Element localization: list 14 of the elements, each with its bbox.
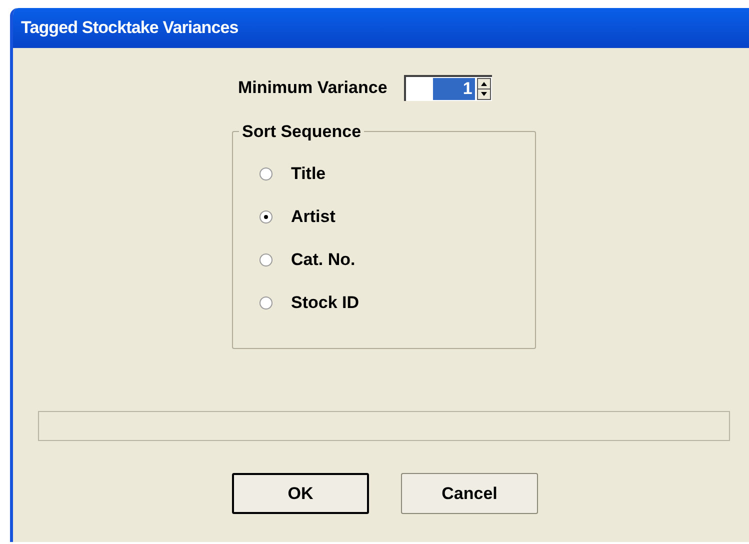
field-label: Minimum Variance (238, 77, 388, 100)
window-title: Tagged Stocktake Variances (21, 17, 238, 40)
radio-label[interactable]: Cat. No. (291, 247, 356, 273)
cancel-button[interactable]: Cancel (401, 473, 538, 514)
ok-button[interactable]: OK (232, 473, 369, 514)
radio-button[interactable] (259, 210, 273, 224)
spinner-arrows-icon[interactable] (477, 78, 492, 100)
radio-button[interactable] (259, 167, 273, 181)
radio-button[interactable] (259, 253, 273, 267)
radio-label[interactable]: Artist (291, 204, 336, 230)
radio-label[interactable]: Title (291, 161, 326, 187)
radio-label[interactable]: Stock ID (291, 290, 360, 316)
spin-field[interactable]: 1 (404, 75, 492, 101)
radio-button[interactable] (259, 296, 273, 310)
